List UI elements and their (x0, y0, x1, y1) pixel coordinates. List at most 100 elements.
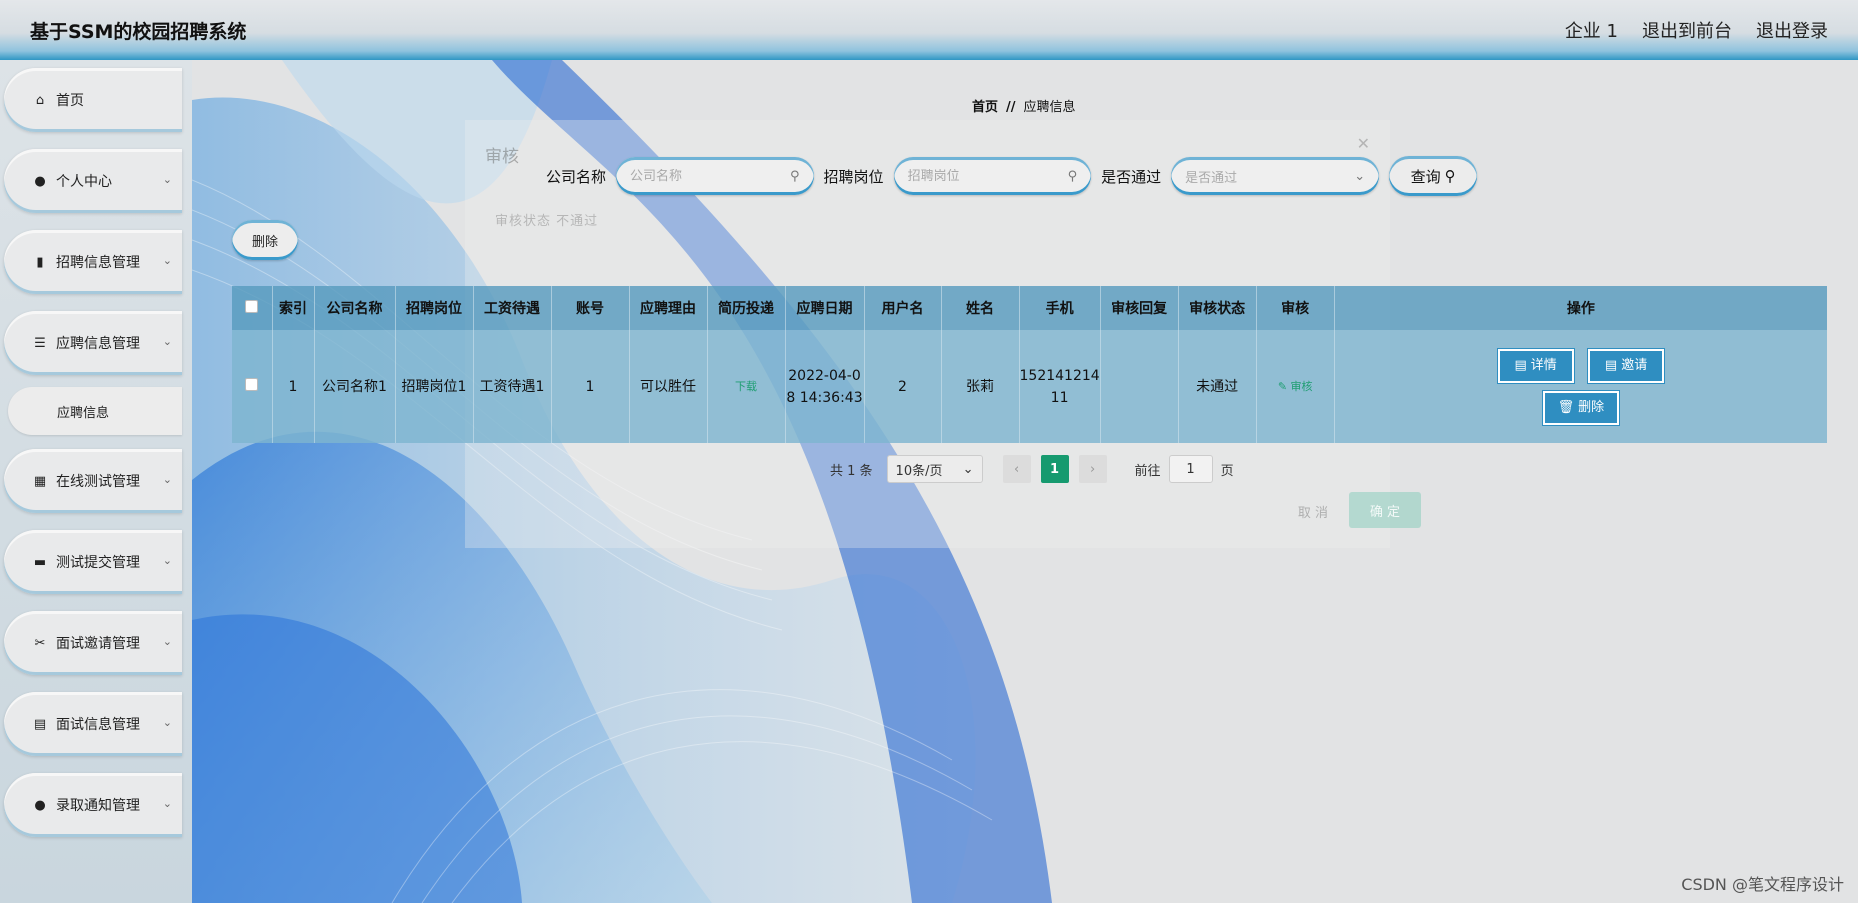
edit-icon: ✎ (1277, 380, 1288, 393)
column-header: 审核 (1256, 286, 1335, 330)
chevron-down-icon: ⌄ (162, 335, 172, 348)
table-header-row: 索引 公司名称 招聘岗位 工资待遇 账号 应聘理由 简历投递 应聘日期 用户名 … (232, 286, 1827, 330)
user-icon: ● (34, 173, 46, 189)
goto-page-input[interactable]: 1 (1168, 455, 1213, 483)
application-table: 索引 公司名称 招聘岗位 工资待遇 账号 应聘理由 简历投递 应聘日期 用户名 … (232, 286, 1827, 443)
search-icon: ⚲ (1444, 167, 1456, 185)
home-icon: ⌂ (35, 92, 45, 108)
sidebar-item-label: 个人中心 (56, 174, 112, 190)
search-icon: ⚲ (1067, 168, 1078, 184)
cell-audit: ✎ 审核 (1256, 330, 1335, 443)
cell-reply (1100, 330, 1179, 443)
page-size-select[interactable]: 10条/页 ⌄ (886, 455, 983, 483)
row-select-cell (232, 330, 273, 443)
delete-row-button[interactable]: 🗑 删除 (1541, 389, 1620, 426)
top-nav: 企业 1 退出到前台 退出登录 (1565, 17, 1828, 43)
column-header: 用户名 (864, 286, 942, 330)
cell-account: 1 (551, 330, 630, 443)
page-unit-label: 页 (1220, 463, 1234, 479)
chevron-left-icon: ‹ (1013, 461, 1020, 477)
audit-link-label: 审核 (1290, 380, 1313, 393)
sidebar-item-label: 首页 (56, 93, 84, 109)
sidebar-item-application-info[interactable]: ☰ 应聘信息管理 ⌄ (4, 311, 182, 375)
csdn-watermark: CSDN @笔文程序设计 (1681, 875, 1844, 894)
phone-line-1: 152141214 (1019, 367, 1100, 384)
column-header: 应聘日期 (785, 286, 865, 330)
account-link[interactable]: 企业 1 (1565, 17, 1618, 43)
sidebar-item-online-test[interactable]: ▦ 在线测试管理 ⌄ (4, 449, 182, 513)
cell-reason: 可以胜任 (629, 330, 708, 443)
grid-icon: ▦ (33, 473, 47, 489)
column-header: 简历投递 (707, 286, 786, 330)
page-number-current[interactable]: 1 (1040, 455, 1069, 483)
column-header: 应聘理由 (629, 286, 708, 330)
column-header: 手机 (1019, 286, 1101, 330)
position-input[interactable] (907, 168, 1068, 184)
chevron-down-icon: ⌄ (162, 716, 172, 729)
sidebar-item-interview-info[interactable]: ▤ 面试信息管理 ⌄ (4, 692, 182, 756)
sidebar-item-personal-center[interactable]: ● 个人中心 ⌄ (4, 149, 182, 213)
chevron-down-icon: ⌄ (962, 461, 974, 477)
next-page-button[interactable]: › (1078, 455, 1107, 483)
breadcrumb: 首页 // 应聘信息 (972, 96, 1076, 115)
logout-link[interactable]: 退出登录 (1756, 17, 1828, 43)
column-header: 操作 (1334, 286, 1827, 330)
sidebar-item-admission-notice[interactable]: ● 录取通知管理 ⌄ (4, 773, 182, 837)
passed-label: 是否通过 (1101, 167, 1162, 186)
company-search-field[interactable]: ⚲ (616, 157, 814, 195)
trash-icon: 🗑 (1557, 399, 1575, 415)
query-button[interactable]: 查询 ⚲ (1389, 156, 1478, 196)
chevron-down-icon: ⌄ (162, 635, 172, 648)
column-header: 姓名 (941, 286, 1020, 330)
invite-button[interactable]: ▤ 邀请 (1587, 347, 1666, 384)
cell-salary: 工资待遇1 (473, 330, 552, 443)
cell-company: 公司名称1 (314, 330, 396, 443)
phone-line-2: 11 (1050, 389, 1069, 406)
invite-button-label: 邀请 (1621, 357, 1648, 373)
prev-page-button[interactable]: ‹ (1002, 455, 1031, 483)
total-count: 共 1 条 (830, 463, 873, 479)
sidebar-item-home[interactable]: ⌂ 首页 (4, 68, 182, 132)
search-icon: ⚲ (790, 168, 800, 184)
breadcrumb-current: 应聘信息 (1023, 100, 1076, 115)
column-header: 账号 (551, 286, 630, 330)
ticket-icon: ✂ (34, 635, 46, 651)
app-title: 基于SSM的校园招聘系统 (30, 20, 247, 43)
cell-position: 招聘岗位1 (395, 330, 474, 443)
document-icon: ▤ (1514, 357, 1527, 373)
audit-link[interactable]: ✎ 审核 (1278, 380, 1313, 393)
chevron-down-icon: ⌄ (162, 254, 172, 267)
resume-download-link[interactable]: 下载 (735, 380, 757, 393)
row-checkbox[interactable] (245, 377, 259, 391)
company-input[interactable] (630, 168, 791, 184)
position-search-field[interactable]: ⚲ (893, 157, 1092, 195)
detail-button[interactable]: ▤ 详情 (1496, 347, 1575, 384)
select-all-checkbox[interactable] (245, 299, 259, 313)
back-to-frontend-link[interactable]: 退出到前台 (1642, 17, 1732, 43)
column-header: 索引 (272, 286, 315, 330)
column-header: 公司名称 (314, 286, 396, 330)
sidebar-item-interview-invite[interactable]: ✂ 面试邀请管理 ⌄ (4, 611, 182, 675)
date-line-2: 8 14:36:43 (786, 389, 863, 406)
delete-row-button-label: 删除 (1578, 399, 1605, 415)
position-label: 招聘岗位 (823, 167, 884, 186)
sidebar-item-label: 面试信息管理 (56, 717, 140, 733)
passed-select[interactable]: 是否通过 ⌄ (1171, 157, 1380, 195)
pagination: 共 1 条 10条/页 ⌄ ‹ 1 › 前往 1 页 (830, 455, 1234, 483)
pin-icon: ● (34, 797, 46, 813)
sidebar: ⌂ 首页 ● 个人中心 ⌄ ▮ 招聘信息管理 ⌄ ☰ 应聘信息管理 ⌄ 应聘信息… (0, 60, 192, 903)
sidebar-subitem-application[interactable]: 应聘信息 (8, 387, 182, 435)
cell-resume: 下载 (707, 330, 786, 443)
cell-status: 未通过 (1178, 330, 1257, 443)
cell-date: 2022-04-0 8 14:36:43 (785, 330, 865, 443)
sidebar-item-test-submission[interactable]: ▬ 测试提交管理 ⌄ (4, 530, 182, 594)
monitor-icon: ▬ (33, 554, 47, 570)
detail-button-label: 详情 (1530, 357, 1557, 373)
breadcrumb-home[interactable]: 首页 (972, 100, 998, 115)
batch-delete-button[interactable]: 删除 (232, 220, 298, 260)
goto-label: 前往 (1134, 463, 1161, 479)
ghost-dialog-title: 审核 (485, 147, 519, 167)
column-header: 审核回复 (1100, 286, 1179, 330)
breadcrumb-separator: // (1006, 100, 1016, 115)
sidebar-item-recruitment-info[interactable]: ▮ 招聘信息管理 ⌄ (4, 230, 182, 294)
